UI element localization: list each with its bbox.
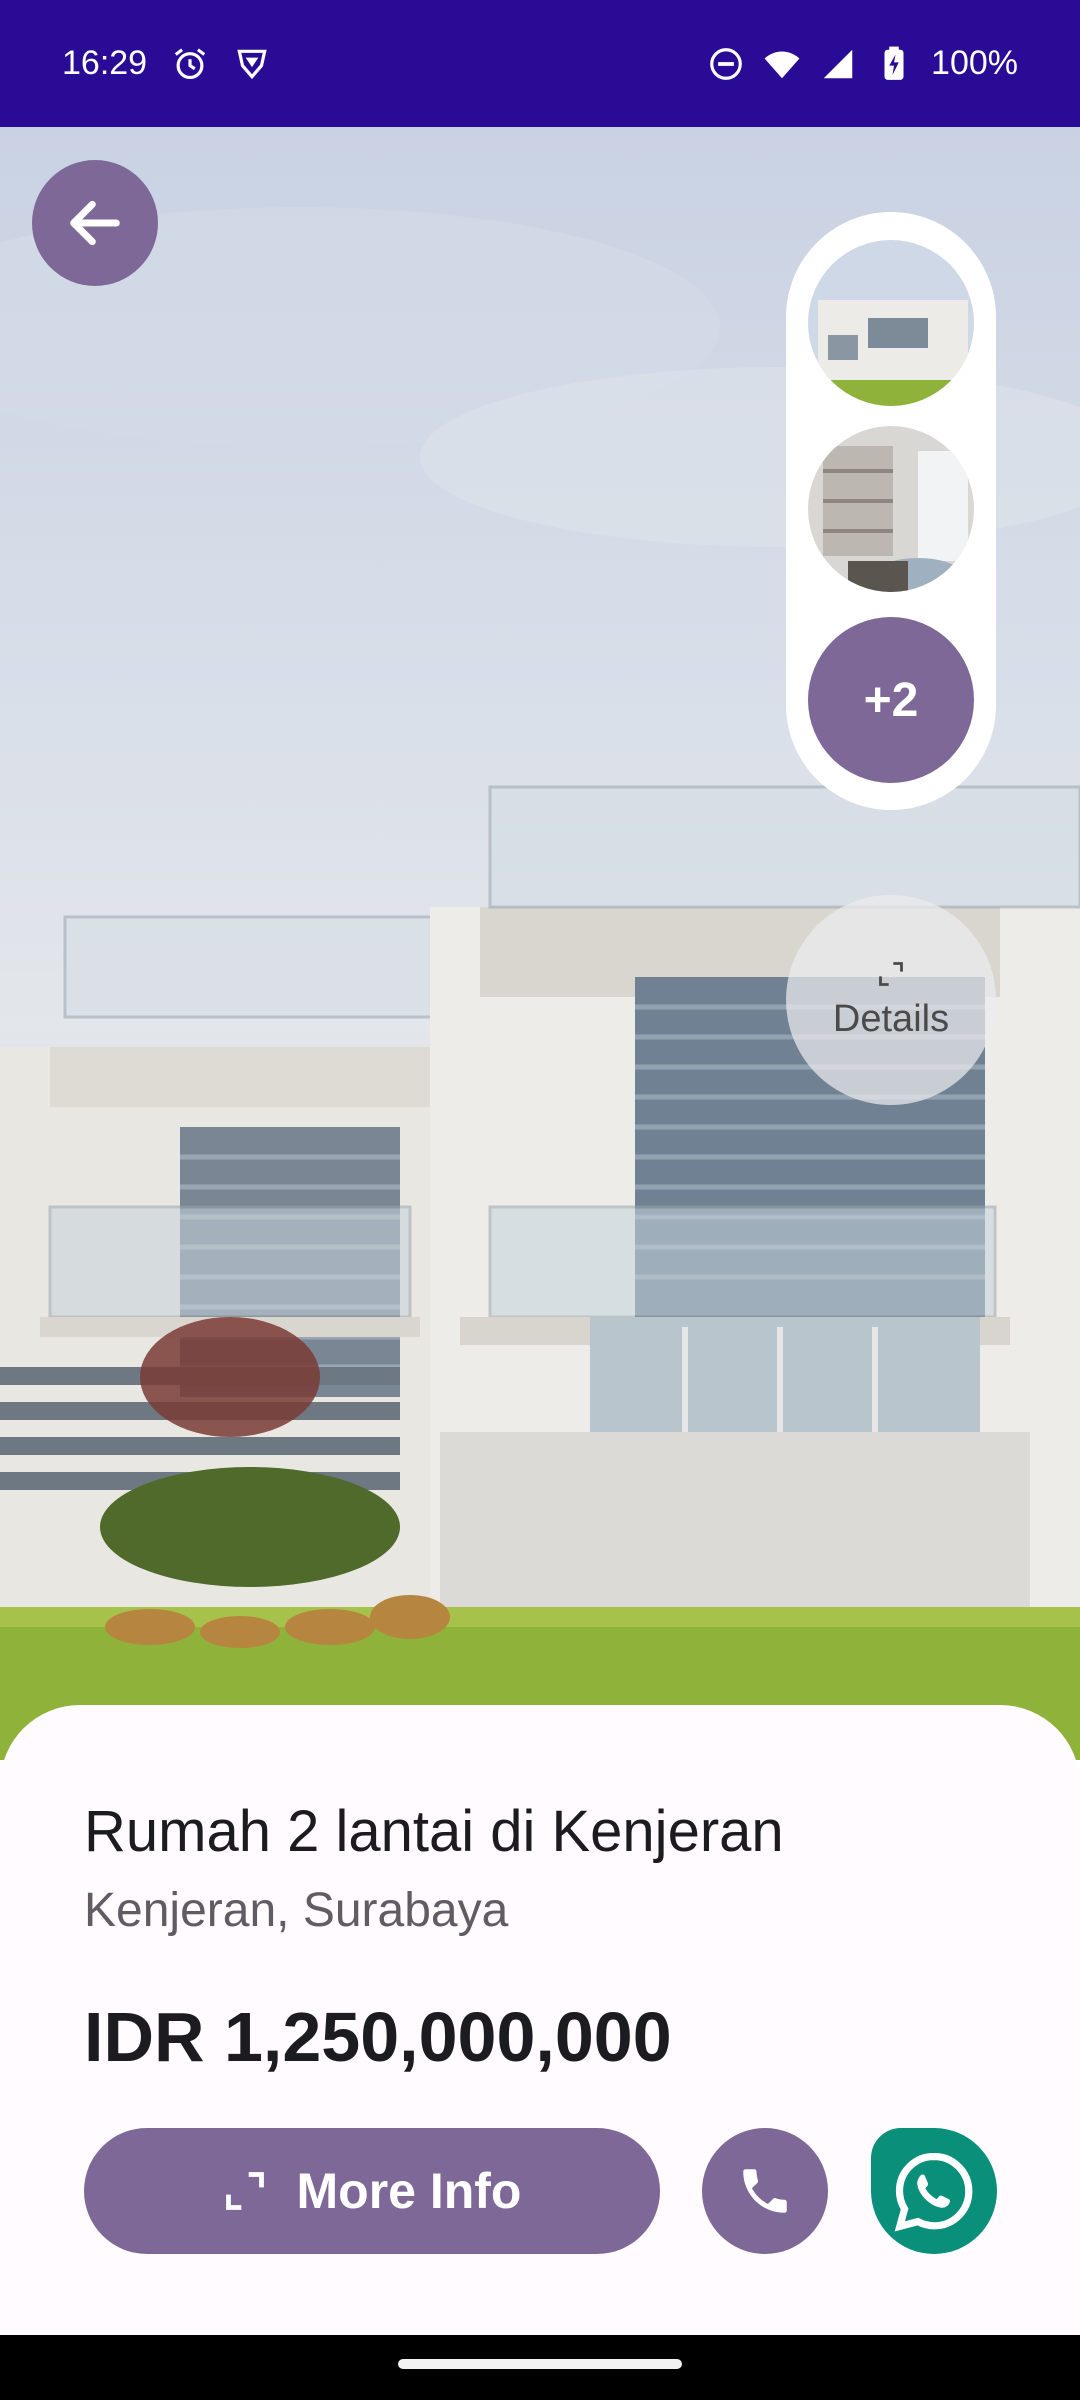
status-time: 16:29 bbox=[62, 44, 148, 82]
phone-icon bbox=[743, 2169, 787, 2213]
back-button[interactable] bbox=[32, 160, 158, 286]
more-info-label: More Info bbox=[296, 2163, 522, 2219]
property-price: IDR 1,250,000,000 bbox=[84, 1998, 672, 2076]
details-label: Details bbox=[832, 997, 950, 1040]
property-title: Rumah 2 lantai di Kenjeran bbox=[84, 1799, 784, 1864]
vpn-shield-icon bbox=[237, 49, 267, 79]
arrow-back-icon bbox=[70, 200, 120, 246]
property-location: Kenjeran, Surabaya bbox=[84, 1884, 509, 1937]
status-bar: 16:29 100% bbox=[0, 0, 1080, 127]
status-right: 100% bbox=[707, 44, 1018, 83]
battery-percentage: 100% bbox=[931, 44, 1018, 82]
wifi-icon bbox=[764, 51, 800, 78]
signal-icon bbox=[823, 49, 853, 78]
gallery-thumbnail-exterior[interactable] bbox=[808, 240, 974, 406]
home-gesture-handle[interactable] bbox=[398, 2359, 682, 2369]
property-info-card: Rumah 2 lantai di Kenjeran Kenjeran, Sur… bbox=[0, 1705, 1080, 2335]
whatsapp-icon bbox=[894, 2152, 973, 2232]
alarm-icon bbox=[174, 47, 206, 79]
gallery-thumbnail-interior[interactable] bbox=[808, 426, 974, 592]
gallery-thumbnail-rail: +2 bbox=[786, 212, 996, 810]
battery-charging-icon bbox=[884, 46, 904, 80]
status-left: 16:29 bbox=[62, 44, 271, 83]
gallery-more-photos-button[interactable]: +2 bbox=[808, 617, 974, 783]
expand-icon bbox=[879, 961, 903, 986]
thumbnail-interior-image bbox=[808, 426, 974, 592]
details-button[interactable]: Details bbox=[786, 895, 996, 1105]
call-button[interactable] bbox=[702, 2128, 828, 2254]
whatsapp-button[interactable] bbox=[871, 2128, 997, 2254]
more-info-button[interactable]: More Info bbox=[84, 2128, 660, 2254]
more-photos-count: +2 bbox=[863, 673, 919, 727]
do-not-disturb-icon bbox=[710, 47, 742, 80]
expand-icon bbox=[225, 2172, 264, 2210]
thumbnail-exterior-image bbox=[808, 240, 974, 406]
